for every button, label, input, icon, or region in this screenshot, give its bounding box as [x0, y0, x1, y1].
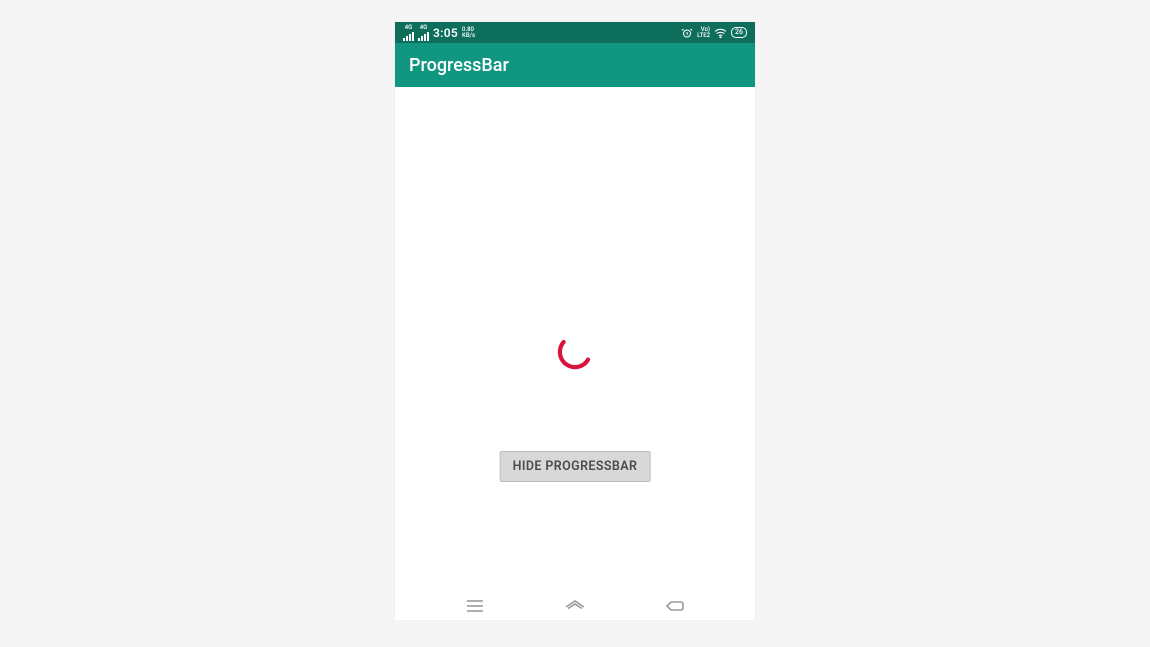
menu-icon: [466, 599, 484, 613]
signal-group-2: 4G: [418, 25, 429, 41]
signal-bars-icon: [403, 32, 414, 41]
progress-spinner: [554, 331, 596, 373]
app-bar: ProgressBar: [395, 43, 755, 87]
volte-label: Vo) LTE2: [697, 27, 710, 39]
phone-frame: 4G 4G 3:05 0.80 KB/s Vo) LTE2: [395, 22, 755, 620]
status-bar-left: 4G 4G 3:05 0.80 KB/s: [403, 25, 475, 41]
back-icon: [665, 599, 685, 613]
volte-text-2: LTE2: [697, 33, 710, 39]
status-bar: 4G 4G 3:05 0.80 KB/s Vo) LTE2: [395, 22, 755, 43]
navigation-bar: [395, 592, 755, 620]
signal-bars-icon: [418, 32, 429, 41]
nav-recent-button[interactable]: [455, 592, 495, 620]
nav-home-button[interactable]: [555, 592, 595, 620]
nav-back-button[interactable]: [655, 592, 695, 620]
signal-group-1: 4G: [403, 25, 414, 41]
data-speed: 0.80 KB/s: [462, 27, 475, 39]
content-area: HIDE PROGRESSBAR: [395, 87, 755, 592]
wifi-icon: [714, 28, 727, 38]
hide-progressbar-button[interactable]: HIDE PROGRESSBAR: [500, 451, 651, 482]
battery-icon: 26: [731, 27, 747, 38]
clock-time: 3:05: [433, 26, 458, 40]
network-label-2: 4G: [420, 25, 428, 31]
network-label-1: 4G: [405, 25, 413, 31]
status-bar-right: Vo) LTE2 26: [681, 27, 747, 39]
home-icon: [564, 599, 586, 613]
app-title: ProgressBar: [409, 55, 509, 76]
alarm-icon: [681, 27, 693, 39]
data-speed-unit: KB/s: [462, 33, 475, 39]
